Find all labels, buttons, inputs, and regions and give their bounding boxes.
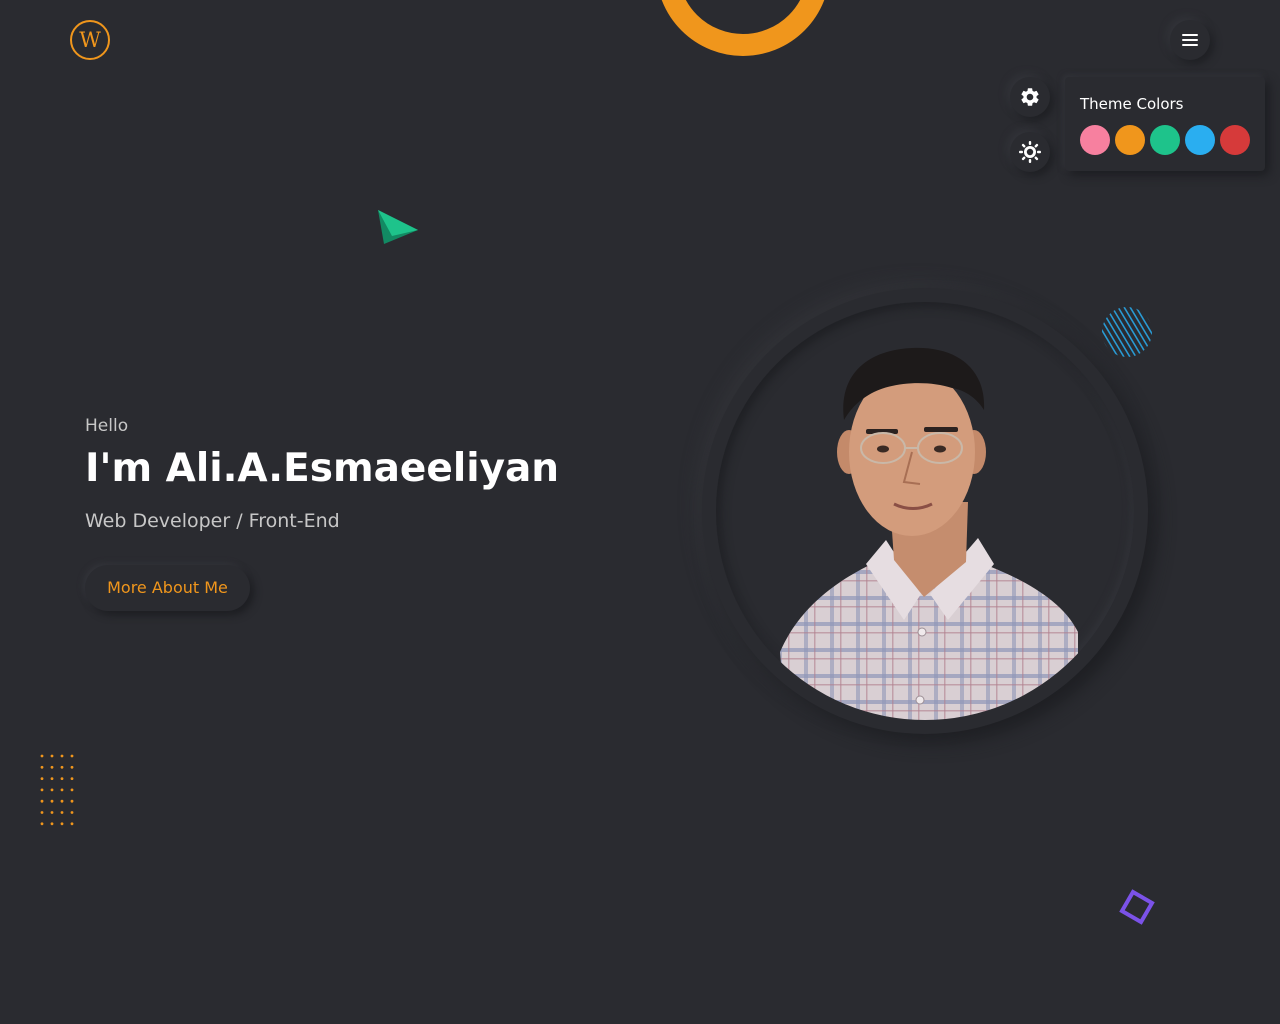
gear-icon	[1021, 88, 1039, 106]
hero-role: Web Developer / Front-End	[85, 510, 340, 532]
menu-button[interactable]	[1170, 20, 1210, 60]
settings-button[interactable]	[1010, 77, 1050, 117]
grid-dot	[70, 754, 74, 758]
grid-dot	[70, 799, 74, 803]
decorative-diamond	[1119, 889, 1155, 925]
more-about-me-button[interactable]: More About Me	[85, 565, 250, 611]
theme-mode-button[interactable]	[1010, 132, 1050, 172]
color-swatch-green[interactable]	[1150, 125, 1180, 155]
grid-dot	[70, 788, 74, 792]
portrait-illustration	[780, 347, 1078, 720]
grid-dot	[50, 777, 54, 780]
grid-dot	[60, 788, 64, 792]
color-swatch-red[interactable]	[1220, 125, 1250, 155]
grid-dot	[70, 765, 74, 769]
hero-name: I'm Ali.A.Esmaeeliyan	[85, 446, 560, 491]
grid-dot	[70, 811, 74, 814]
hamburger-icon	[1182, 34, 1198, 46]
grid-dot	[60, 777, 64, 780]
grid-dot	[60, 799, 64, 803]
sun-icon	[1019, 141, 1041, 163]
grid-dot	[50, 822, 54, 826]
grid-dot	[40, 777, 44, 780]
logo-letter: W	[79, 28, 101, 52]
grid-dot	[40, 799, 44, 803]
hero-greeting: Hello	[85, 416, 129, 436]
color-swatch-orange[interactable]	[1115, 125, 1145, 155]
grid-dot	[50, 811, 54, 814]
color-swatch-pink[interactable]	[1080, 125, 1110, 155]
grid-dot	[50, 799, 54, 803]
decorative-ring	[656, 0, 830, 56]
logo[interactable]: W	[70, 20, 110, 60]
grid-dot	[60, 765, 64, 769]
grid-dot	[70, 777, 74, 780]
grid-dot	[70, 822, 74, 826]
grid-dot	[60, 822, 64, 826]
theme-colors-panel: Theme Colors	[1065, 77, 1265, 171]
decorative-triangle	[378, 210, 418, 244]
grid-dot	[40, 765, 44, 769]
color-swatches	[1080, 125, 1250, 155]
grid-dot	[50, 765, 54, 769]
grid-dot	[60, 811, 64, 814]
page: W Theme Colors Hello I'm Ali.A.Esmaeeliy…	[0, 0, 1280, 1024]
grid-dot	[60, 754, 64, 758]
theme-colors-title: Theme Colors	[1080, 95, 1184, 113]
color-swatch-blue[interactable]	[1185, 125, 1215, 155]
portrait-photo	[716, 302, 1134, 720]
portrait-frame	[702, 288, 1148, 734]
grid-dot	[40, 822, 44, 826]
decorative-hatched-circle	[1102, 307, 1152, 357]
grid-dot	[50, 788, 54, 792]
grid-dot	[40, 754, 44, 758]
grid-dot	[40, 811, 44, 814]
grid-dot	[50, 754, 54, 758]
decorative-dot-grid	[40, 754, 74, 826]
grid-dot	[40, 788, 44, 792]
